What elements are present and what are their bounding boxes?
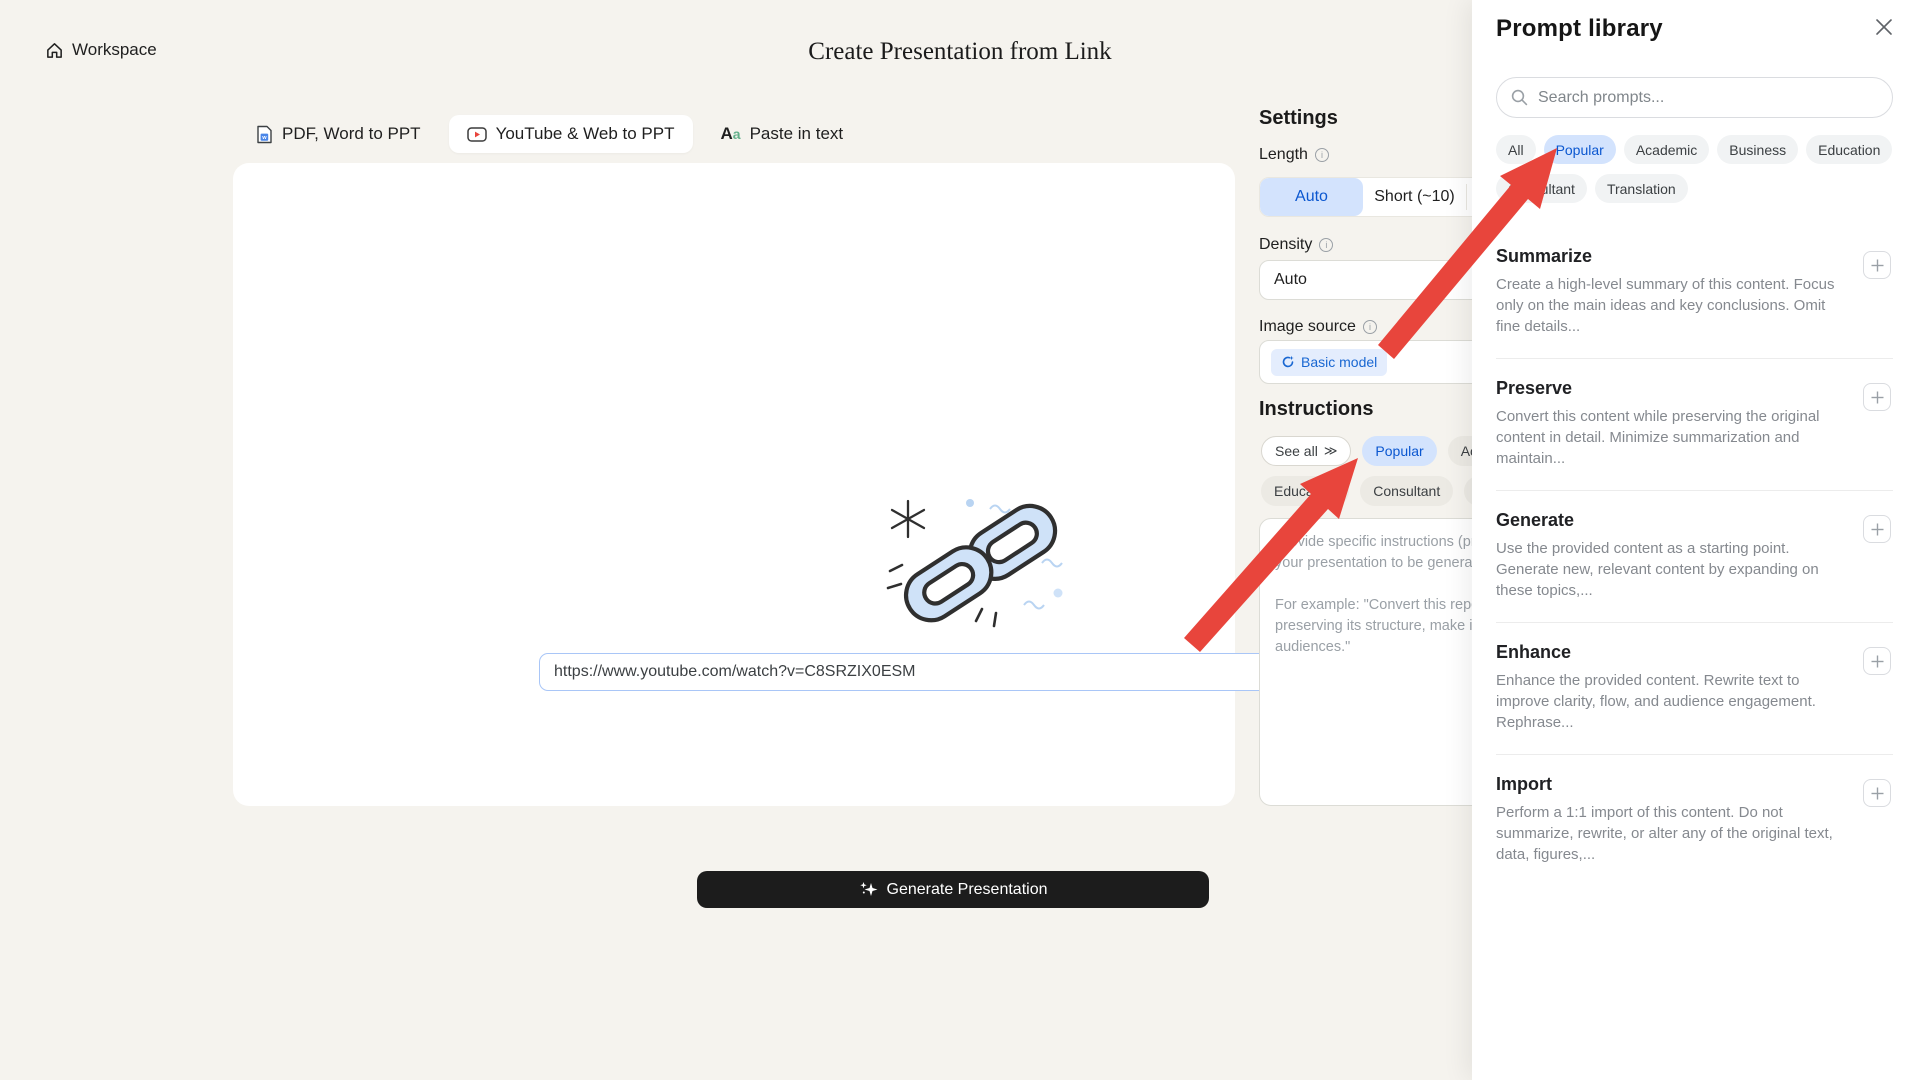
tab-label: YouTube & Web to PPT [496,124,675,144]
image-source-label: Image source [1259,318,1377,336]
prompt-search[interactable] [1496,77,1893,118]
model-icon [1281,355,1295,369]
plus-icon [1871,655,1884,668]
add-prompt-button[interactable] [1863,779,1891,807]
youtube-icon [467,127,487,142]
textarea-placeholder: Provide specific instructions (pre your … [1275,532,1493,574]
add-prompt-button[interactable] [1863,647,1891,675]
info-icon[interactable] [1319,238,1333,252]
density-label: Density [1259,236,1333,254]
length-option-auto[interactable]: Auto [1260,178,1363,216]
model-chip: Basic model [1271,349,1387,376]
filter-education[interactable]: Education [1806,135,1892,164]
see-all-button[interactable]: See all ≫ [1261,436,1351,466]
prompt-library-popular-filter[interactable]: Popular [1544,135,1616,164]
prompt-description: Create a high-level summary of this cont… [1496,274,1844,337]
tab-paste-text[interactable]: Aa Paste in text [703,115,862,153]
filter-business[interactable]: Business [1717,135,1798,164]
instructions-consultant-chip[interactable]: Consultant [1360,476,1453,506]
sparkle-icon [859,880,878,899]
prompt-description: Use the provided content as a starting p… [1496,538,1844,601]
filter-translation[interactable]: Translation [1595,174,1688,203]
text-icon: Aa [721,124,741,144]
tab-youtube-web[interactable]: YouTube & Web to PPT [449,115,693,153]
search-icon [1511,89,1528,106]
plus-icon [1871,523,1884,536]
filter-all[interactable]: All [1496,135,1536,164]
link-input-card [233,163,1235,806]
see-all-chevrons: ≫ [1324,443,1338,459]
prompt-item-import[interactable]: Import Perform a 1:1 import of this cont… [1496,755,1893,886]
prompt-library-panel: Prompt library All Popular Academic Busi… [1472,0,1920,1080]
prompt-item-summarize[interactable]: Summarize Create a high-level summary of… [1496,227,1893,359]
info-icon[interactable] [1363,320,1377,334]
prompt-title: Summarize [1496,246,1893,267]
prompt-item-generate[interactable]: Generate Use the provided content as a s… [1496,491,1893,623]
prompt-title: Enhance [1496,642,1893,663]
add-prompt-button[interactable] [1863,251,1891,279]
instructions-education-chip[interactable]: Education [1261,476,1349,506]
prompt-item-enhance[interactable]: Enhance Enhance the provided content. Re… [1496,623,1893,755]
tab-label: Paste in text [750,124,844,144]
plus-icon [1871,259,1884,272]
generate-button-label: Generate Presentation [887,881,1048,899]
close-icon[interactable] [1874,17,1894,37]
instructions-popular-chip[interactable]: Popular [1362,436,1436,466]
prompt-list: Summarize Create a high-level summary of… [1496,227,1893,886]
sparkle-icon [892,501,924,537]
prompt-description: Convert this content while preserving th… [1496,406,1844,469]
prompt-description: Enhance the provided content. Rewrite te… [1496,670,1844,733]
link-illustration [878,493,1068,638]
prompt-description: Perform a 1:1 import of this content. Do… [1496,802,1844,865]
length-option-short[interactable]: Short (~10) [1363,178,1466,216]
prompt-title: Preserve [1496,378,1893,399]
plus-icon [1871,787,1884,800]
tab-label: PDF, Word to PPT [282,124,421,144]
filter-academic[interactable]: Academic [1624,135,1709,164]
word-doc-icon: w [256,125,273,144]
filter-consultant[interactable]: Consultant [1496,174,1587,203]
info-icon[interactable] [1315,148,1329,162]
prompt-filters: All Popular Academic Business Education … [1496,135,1893,203]
add-prompt-button[interactable] [1863,515,1891,543]
instructions-heading: Instructions [1259,398,1373,421]
prompt-title: Import [1496,774,1893,795]
prompt-item-preserve[interactable]: Preserve Convert this content while pres… [1496,359,1893,491]
tab-pdf-word[interactable]: w PDF, Word to PPT [238,115,439,153]
prompt-library-title: Prompt library [1496,15,1893,43]
plus-icon [1871,391,1884,404]
length-label: Length [1259,146,1329,164]
source-tabs: w PDF, Word to PPT YouTube & Web to PPT … [238,115,861,153]
generate-presentation-button[interactable]: Generate Presentation [697,871,1209,908]
svg-text:w: w [261,135,267,141]
prompt-title: Generate [1496,510,1893,531]
settings-heading: Settings [1259,107,1338,130]
add-prompt-button[interactable] [1863,383,1891,411]
textarea-placeholder: For example: "Convert this repor preserv… [1275,595,1493,658]
search-input[interactable] [1538,89,1878,107]
